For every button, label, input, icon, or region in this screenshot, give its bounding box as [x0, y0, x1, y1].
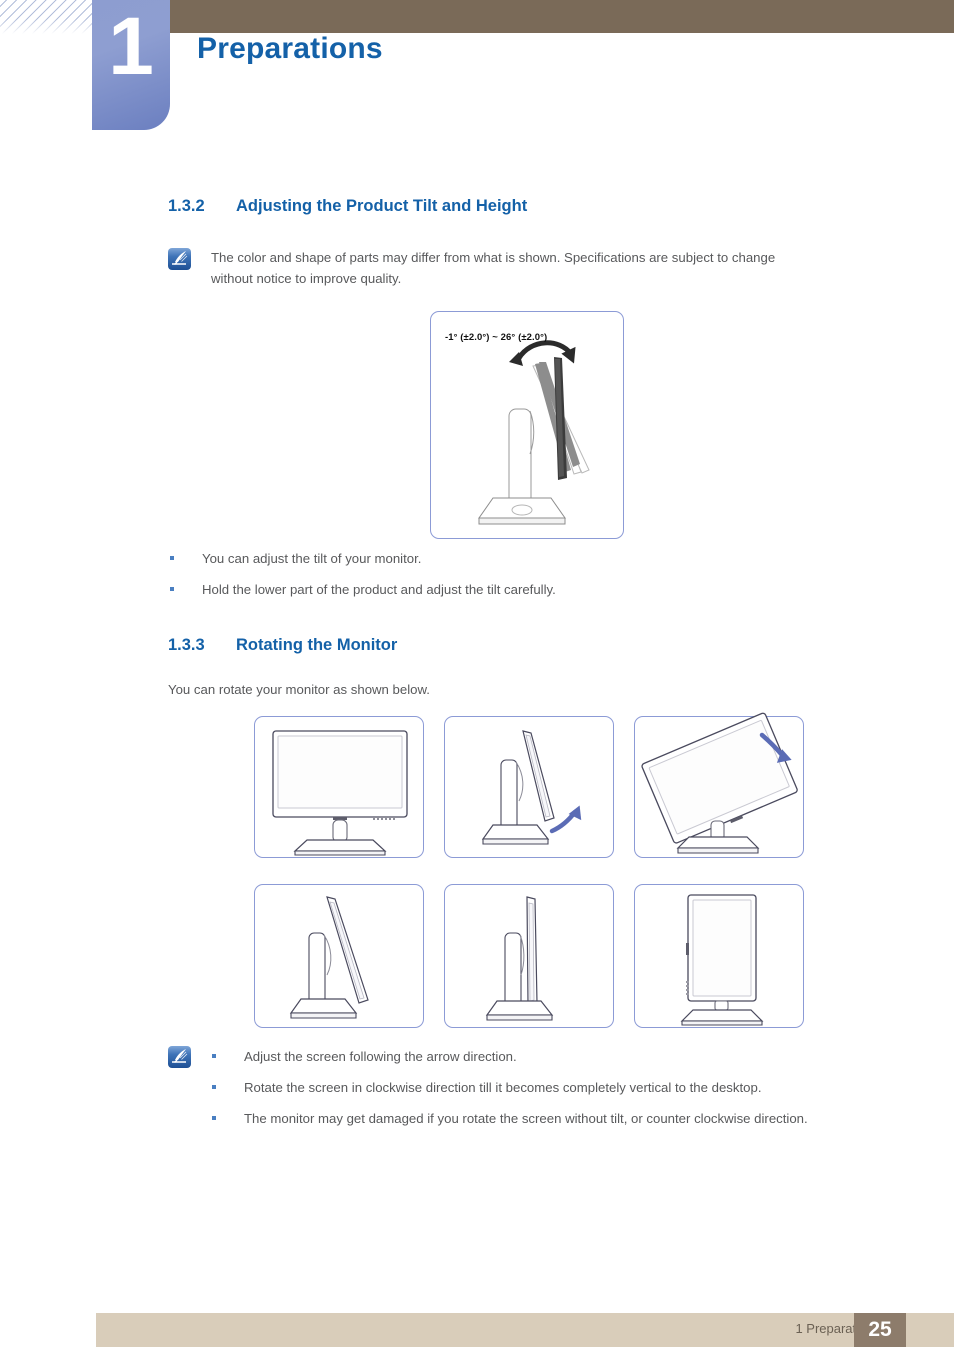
monitor-side-vertical-illustration — [485, 896, 554, 1021]
tilt-angle-label: -1° (±2.0°) ~ 26° (±2.0°) — [445, 332, 548, 343]
list-item: Hold the lower part of the product and a… — [170, 579, 556, 600]
monitor-portrait-illustration — [680, 894, 764, 1026]
monitor-side-tilt-illustration — [481, 730, 582, 845]
figure-front-view — [254, 716, 424, 858]
bullet-marker — [170, 556, 174, 560]
note-pen-icon — [168, 1046, 191, 1068]
rotate-intro-text: You can rotate your monitor as shown bel… — [168, 682, 430, 697]
bullet-marker — [212, 1054, 216, 1058]
chapter-title: Preparations — [197, 32, 383, 65]
note-pen-icon — [168, 248, 191, 270]
bullet-marker — [170, 587, 174, 591]
tilt-illustration — [478, 340, 590, 525]
note-text-line2: without notice to improve quality. — [211, 271, 402, 286]
chapter-tab: 1 — [92, 0, 170, 130]
header-hatch-fade — [0, 0, 92, 34]
note-text-line1: The color and shape of parts may differ … — [211, 250, 776, 265]
page-number: 25 — [868, 1318, 892, 1341]
figure-tilt-range: -1° (±2.0°) ~ 26° (±2.0°) — [430, 311, 624, 539]
bullet-marker — [212, 1116, 216, 1120]
document-page: 1 Preparations 1.3.2 Adjusting the Produc… — [0, 0, 954, 1350]
section-title-133: Rotating the Monitor — [236, 636, 398, 654]
list-item-label: You can adjust the tilt of your monitor. — [202, 551, 422, 566]
list-item-label: Hold the lower part of the product and a… — [202, 582, 556, 597]
page-number-badge: 25 — [854, 1313, 906, 1347]
section-heading-133: 1.3.3 Rotating the Monitor — [168, 636, 397, 655]
section-heading-132: 1.3.2 Adjusting the Product Tilt and Heig… — [168, 197, 527, 216]
list-item-label: Adjust the screen following the arrow di… — [244, 1049, 517, 1064]
bullet-marker — [212, 1085, 216, 1089]
figure-portrait-view — [634, 884, 804, 1028]
monitor-front-illustration — [272, 730, 408, 856]
list-item: Rotate the screen in clockwise direction… — [212, 1077, 808, 1098]
monitor-rotating-illustration — [641, 712, 798, 854]
list-item-label: Rotate the screen in clockwise direction… — [244, 1080, 762, 1095]
chapter-number: 1 — [108, 1, 154, 92]
rotate-note-bullet-list: Adjust the screen following the arrow di… — [212, 1046, 808, 1139]
figure-side-tilt-back — [254, 884, 424, 1028]
list-item: Adjust the screen following the arrow di… — [212, 1046, 808, 1067]
list-item-label: The monitor may get damaged if you rotat… — [244, 1111, 808, 1126]
figure-side-vertical — [444, 884, 614, 1028]
section-title-132: Adjusting the Product Tilt and Height — [236, 197, 528, 215]
section-number-132: 1.3.2 — [168, 197, 205, 215]
list-item: The monitor may get damaged if you rotat… — [212, 1108, 808, 1129]
header-brown-bar — [170, 0, 954, 33]
list-item: You can adjust the tilt of your monitor. — [170, 548, 556, 569]
section-number-133: 1.3.3 — [168, 636, 205, 654]
monitor-side-tilt-back-illustration — [289, 896, 369, 1019]
figure-rotated-arrow — [634, 712, 804, 858]
note-text-tilt: The color and shape of parts may differ … — [211, 247, 871, 289]
tilt-bullet-list: You can adjust the tilt of your monitor.… — [170, 548, 556, 610]
figure-side-tilt-arrow — [444, 716, 614, 858]
